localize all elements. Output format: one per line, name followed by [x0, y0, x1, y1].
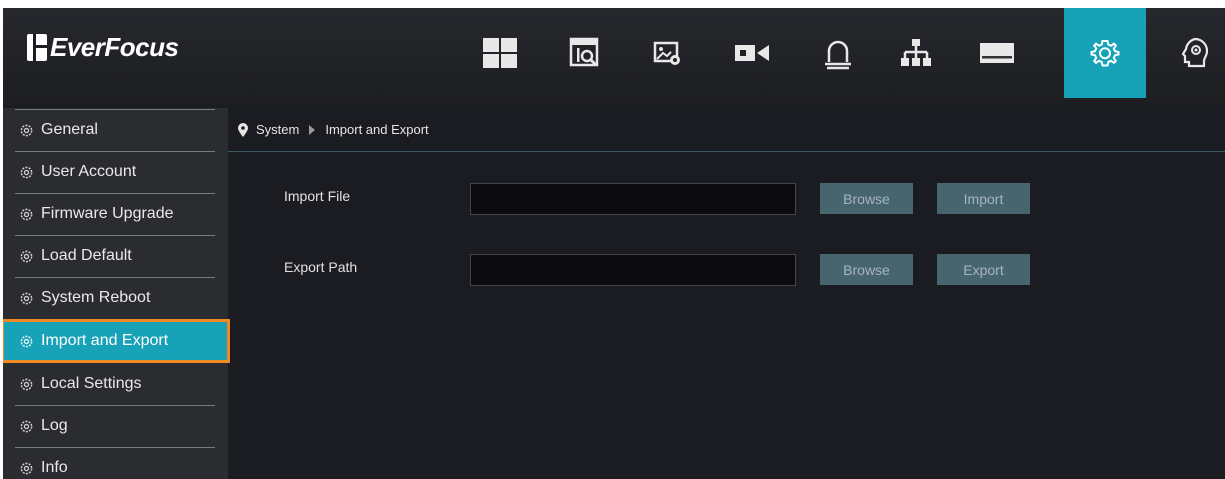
- sidebar-item-label: System Reboot: [41, 289, 151, 306]
- export-button[interactable]: Export: [937, 254, 1030, 285]
- sidebar-item-info[interactable]: Info: [3, 448, 228, 479]
- settings-gear-icon[interactable]: [1064, 8, 1146, 98]
- sidebar-item-firmware-upgrade[interactable]: Firmware Upgrade: [3, 194, 228, 234]
- sidebar-item-system-reboot[interactable]: System Reboot: [3, 278, 228, 318]
- gear-icon: [20, 462, 33, 474]
- export-path-input[interactable]: [470, 254, 796, 286]
- gear-icon: [20, 335, 33, 347]
- sidebar-menu: General User Account Firmware Upgrade Lo…: [3, 108, 230, 479]
- gear-icon: [20, 208, 33, 220]
- sidebar-item-label: Firmware Upgrade: [41, 205, 174, 222]
- gear-icon: [20, 378, 33, 390]
- breadcrumb-arrow-icon: [309, 124, 316, 135]
- sidebar-item-label: Log: [41, 417, 68, 434]
- sidebar-item-log[interactable]: Log: [3, 406, 228, 446]
- everfocus-logo: EverFocus: [27, 30, 179, 64]
- import-button[interactable]: Import: [937, 183, 1030, 214]
- import-file-input[interactable]: [470, 183, 796, 215]
- sidebar-item-label: Load Default: [41, 247, 132, 264]
- import-file-label: Import File: [284, 188, 351, 204]
- sidebar-item-general[interactable]: General: [3, 110, 228, 150]
- sidebar-item-label: Local Settings: [41, 375, 142, 392]
- network-icon[interactable]: [884, 8, 948, 98]
- logo-mark: [27, 33, 47, 61]
- storage-icon[interactable]: [965, 8, 1029, 98]
- breadcrumb-root[interactable]: System: [256, 122, 299, 137]
- playback-search-icon[interactable]: [553, 8, 617, 98]
- sidebar-item-label: Info: [41, 459, 68, 476]
- gear-icon: [20, 124, 33, 136]
- sidebar-item-user-account[interactable]: User Account: [3, 152, 228, 192]
- app-window: EverFocus General User Account Firmware …: [3, 8, 1225, 479]
- sidebar-item-label: General: [41, 121, 98, 138]
- top-navigation-bar: EverFocus: [3, 8, 1225, 105]
- export-path-label: Export Path: [284, 259, 358, 275]
- breadcrumb-current: Import and Export: [325, 122, 429, 137]
- logo-text: EverFocus: [50, 31, 179, 62]
- sidebar-item-label: Import and Export: [41, 332, 169, 349]
- sidebar-item-load-default[interactable]: Load Default: [3, 236, 228, 276]
- sidebar-item-import-and-export[interactable]: Import and Export: [3, 319, 230, 363]
- image-settings-icon[interactable]: [636, 8, 700, 98]
- alarm-icon[interactable]: [806, 8, 870, 98]
- sidebar-item-label: User Account: [41, 163, 137, 180]
- gear-icon: [20, 166, 33, 178]
- location-pin-icon: [238, 122, 248, 137]
- export-browse-button[interactable]: Browse: [820, 254, 913, 285]
- camera-icon[interactable]: [720, 8, 784, 98]
- import-browse-button[interactable]: Browse: [820, 183, 913, 214]
- sidebar-item-local-settings[interactable]: Local Settings: [3, 364, 228, 404]
- layout-grid-icon[interactable]: [468, 8, 532, 98]
- gear-icon: [20, 250, 33, 262]
- breadcrumb: System Import and Export: [228, 108, 1225, 152]
- gear-icon: [20, 292, 33, 304]
- system-info-icon[interactable]: [1163, 8, 1225, 98]
- gear-icon: [20, 420, 33, 432]
